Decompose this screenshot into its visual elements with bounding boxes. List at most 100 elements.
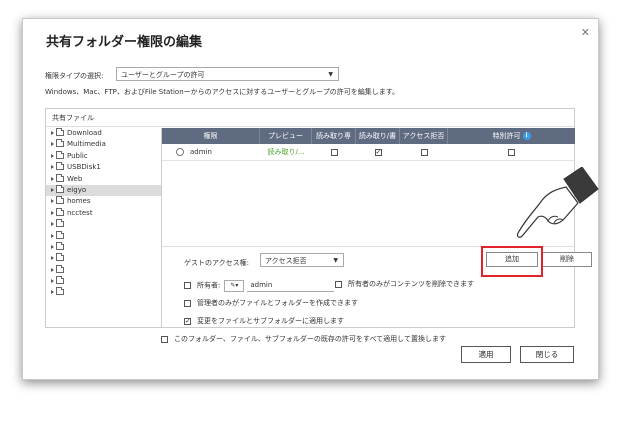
tree-item-label: USBDisk1 [67,163,101,172]
preview-cell: 読み取り/... [267,148,305,156]
tree-item[interactable]: USBDisk1 [46,162,161,173]
tree-item-label: homes [67,197,91,206]
folder-icon [56,264,64,273]
owner-label: 所有者: [197,281,221,290]
folder-icon [56,173,64,182]
apply-button[interactable]: 適用 [461,346,511,363]
folder-icon [56,230,64,239]
permission-type-select[interactable]: ユーザーとグループの許可 ▼ [116,67,339,81]
apply-subfolders-option: 変更をファイルとサブフォルダーに適用します [184,316,344,326]
header-special-label: 特別許可 [492,132,521,140]
expand-arrow-icon[interactable] [51,153,54,158]
header-permission[interactable]: 権限 [162,128,260,144]
expand-arrow-icon[interactable] [51,233,54,238]
shared-folder-panel: 共有ファイル Download Multimedia Public USBDisk1 W… [45,108,592,328]
owner-field[interactable]: admin [247,279,335,292]
folder-icon [56,207,64,216]
folder-icon [56,287,64,296]
expand-arrow-icon[interactable] [51,187,54,192]
user-icon [176,148,184,156]
read-write-checkbox[interactable] [374,147,382,157]
tree-item[interactable]: Download [46,128,161,139]
header-read-write[interactable]: 読み取り/書 [356,128,400,144]
folder-icon [56,276,64,285]
tree-item[interactable] [46,276,161,287]
tree-item[interactable] [46,253,161,264]
chevron-down-icon: ▼ [333,257,338,264]
user-name: admin [190,148,212,156]
special-cell [448,144,575,160]
tree-item[interactable]: eigyo [46,184,161,197]
table-row[interactable]: admin 読み取り/... [162,144,575,161]
read-only-checkbox[interactable] [330,148,338,156]
expand-arrow-icon[interactable] [51,210,54,215]
chevron-down-icon: ▼ [328,71,333,78]
panel-title: 共有ファイル [52,114,94,122]
info-icon[interactable]: i [522,132,531,140]
expand-arrow-icon[interactable] [51,176,54,181]
owner-checkbox[interactable] [184,282,191,289]
pointing-hand-icon [516,167,599,238]
expand-arrow-icon[interactable] [51,279,54,284]
close-button[interactable]: 閉じる [520,346,574,363]
expand-arrow-icon[interactable] [51,256,54,261]
admin-create-checkbox[interactable] [184,299,191,307]
read-write-cell [356,144,400,160]
expand-arrow-icon[interactable] [51,142,54,147]
apply-subfolders-label: 変更をファイルとサブフォルダーに適用します [197,317,344,325]
tree-item[interactable] [46,287,161,298]
read-only-cell [312,144,356,160]
tree-item[interactable] [46,219,161,230]
tree-item-label: ncctest [67,208,93,217]
admin-create-label: 管理者のみがファイルとフォルダーを作成できます [197,299,358,307]
expand-arrow-icon[interactable] [51,244,54,249]
expand-arrow-icon[interactable] [51,222,54,227]
tree-item[interactable] [46,264,161,276]
expand-arrow-icon[interactable] [51,165,54,170]
tree-item[interactable]: ncctest [46,207,161,219]
special-checkbox[interactable] [508,148,515,156]
owner-delete-label: 所有者のみがコンテンツを削除できます [348,280,474,288]
apply-subfolders-checkbox[interactable] [184,316,191,326]
owner-delete-option: 所有者のみがコンテンツを削除できます [335,279,474,289]
header-special[interactable]: 特別許可 i [448,128,575,144]
expand-arrow-icon[interactable] [51,267,54,272]
grid-header: 権限 プレビュー 読み取り専 読み取り/書 アクセス拒否 特別許可 i [162,128,575,144]
deny-cell [400,144,448,160]
highlight-box [481,246,543,277]
header-read-only[interactable]: 読み取り専 [312,128,356,144]
folder-icon [56,184,64,193]
close-icon[interactable]: ✕ [581,26,590,39]
tree-item[interactable]: Multimedia [46,139,161,150]
guest-access-label: ゲストのアクセス権: [184,259,250,267]
remove-button[interactable]: 削除 [542,252,592,267]
header-preview[interactable]: プレビュー [260,128,312,144]
folder-icon [56,219,64,228]
tree-item[interactable]: Web [46,173,161,185]
expand-arrow-icon[interactable] [51,199,54,204]
replace-all-label: このフォルダー、ファイル、サブフォルダーの既存の許可をすべて適用して置換します [174,335,446,343]
folder-tree: Download Multimedia Public USBDisk1 Web eigyo… [46,128,162,327]
expand-arrow-icon[interactable] [51,131,54,135]
tree-item[interactable]: Public [46,150,161,162]
permission-type-label: 権限タイプの選択: [45,72,104,80]
replace-all-option: このフォルダー、ファイル、サブフォルダーの既存の許可をすべて適用して置換します [161,334,446,344]
tree-item-label: eigyo [67,185,87,194]
tree-item-label: Multimedia [67,140,106,149]
replace-all-checkbox[interactable] [161,335,168,343]
edit-owner-icon[interactable]: ✎▾ [224,279,245,292]
deny-checkbox[interactable] [420,148,428,156]
tree-item-label: Public [67,151,88,160]
owner-delete-checkbox[interactable] [335,280,342,288]
user-cell: admin [162,144,260,160]
folder-icon [56,241,64,250]
expand-arrow-icon[interactable] [51,290,54,295]
tree-item-label: Web [67,174,83,183]
tree-item[interactable]: homes [46,196,161,207]
tree-item[interactable] [46,230,161,242]
folder-icon [56,139,64,148]
header-deny[interactable]: アクセス拒否 [400,128,448,144]
guest-access-select[interactable]: アクセス拒否 ▼ [260,253,344,267]
guest-access-value: アクセス拒否 [265,257,307,265]
tree-item[interactable] [46,241,161,253]
